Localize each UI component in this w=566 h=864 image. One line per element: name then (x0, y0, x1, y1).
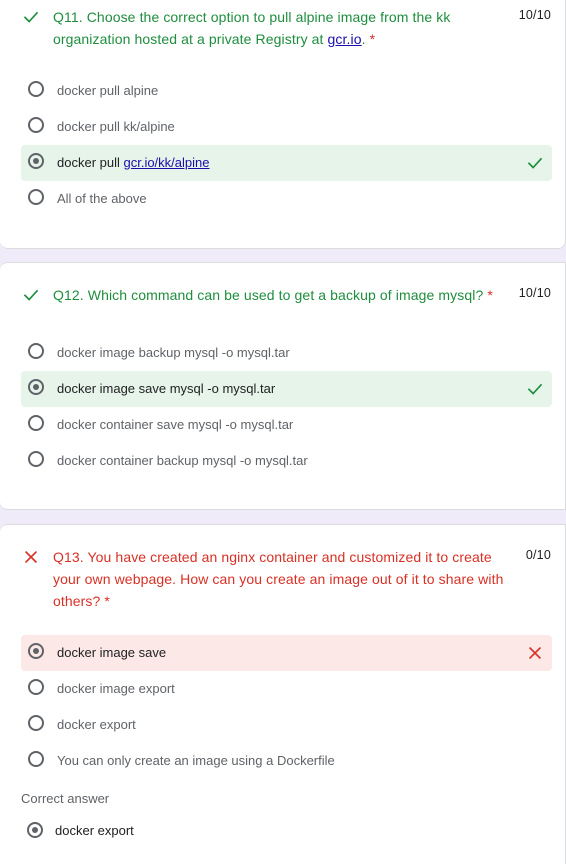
required-mark: * (369, 31, 376, 47)
question-text: Q13. You have created an nginx container… (53, 546, 523, 612)
radio-button[interactable] (28, 715, 44, 731)
option-all-of-the-above[interactable]: All of the above (21, 181, 552, 217)
question-text: Q12. Which command can be used to get a … (53, 284, 513, 306)
question-body: Which command can be used to get a backu… (87, 287, 484, 303)
option-label: docker export (57, 717, 136, 732)
question-body: Choose the correct option to pull alpine… (53, 9, 451, 47)
question-score: 10/10 (518, 286, 551, 300)
option-label: docker container backup mysql -o mysql.t… (57, 453, 308, 468)
question-body: You have created an nginx container and … (53, 549, 504, 609)
option-label: docker pull alpine (57, 83, 159, 98)
radio-button[interactable] (28, 415, 44, 431)
radio-button[interactable] (28, 751, 44, 767)
option-label: docker container save mysql -o mysql.tar (57, 417, 294, 432)
option-label: docker pull kk/alpine (57, 119, 175, 134)
option-docker-image-export[interactable]: docker image export (21, 671, 552, 707)
radio-button[interactable] (28, 81, 44, 97)
required-mark: * (104, 593, 110, 609)
question-number: Q11. (53, 9, 83, 25)
cross-icon (24, 550, 38, 564)
radio-button[interactable] (28, 343, 44, 359)
registry-link[interactable]: gcr.io (328, 31, 362, 47)
option-docker-export[interactable]: docker export (21, 707, 552, 743)
correct-answer-title: Correct answer (21, 791, 110, 806)
question-number: Q12. (53, 287, 84, 303)
option-label: You can only create an image using a Doc… (57, 753, 335, 768)
option-docker-pull-alpine[interactable]: docker pull alpine (21, 73, 552, 109)
radio-button[interactable] (28, 451, 44, 467)
correct-answer-option: docker export (21, 820, 321, 844)
option-container-save[interactable]: docker container save mysql -o mysql.tar (21, 407, 552, 443)
radio-button-selected (27, 822, 43, 838)
check-icon (527, 157, 543, 169)
option-label: docker image save mysql -o mysql.tar (57, 381, 276, 396)
option-image-save[interactable]: docker image save mysql -o mysql.tar (21, 371, 552, 407)
check-icon (23, 289, 39, 301)
option-label: docker image save (57, 645, 167, 660)
radio-button-selected[interactable] (28, 153, 44, 169)
option-docker-pull-kk-alpine[interactable]: docker pull kk/alpine (21, 109, 552, 145)
check-icon (23, 11, 39, 23)
question-number: Q13. (53, 549, 84, 565)
question-text: Q11. Choose the correct option to pull a… (53, 9, 451, 47)
option-docker-image-save[interactable]: docker image save (21, 635, 552, 671)
radio-button[interactable] (28, 117, 44, 133)
option-image-backup[interactable]: docker image backup mysql -o mysql.tar (21, 335, 552, 371)
option-container-backup[interactable]: docker container backup mysql -o mysql.t… (21, 443, 552, 479)
cross-icon (528, 646, 542, 660)
option-label: All of the above (57, 191, 147, 206)
option-docker-pull-gcr[interactable]: docker pull gcr.io/kk/alpine (21, 145, 552, 181)
radio-button[interactable] (28, 189, 44, 205)
option-label: docker image backup mysql -o mysql.tar (57, 345, 290, 360)
correct-answer-label: docker export (55, 823, 134, 838)
required-mark: * (487, 287, 493, 303)
check-icon (527, 383, 543, 395)
option-label: docker pull gcr.io/kk/alpine (57, 155, 210, 170)
question-score: 10/10 (518, 8, 551, 22)
option-label: docker image export (57, 681, 175, 696)
option-link[interactable]: gcr.io/kk/alpine (123, 155, 209, 170)
question-score: 0/10 (525, 548, 551, 562)
option-dockerfile-only[interactable]: You can only create an image using a Doc… (21, 743, 552, 779)
radio-button-selected[interactable] (28, 643, 44, 659)
radio-button-selected[interactable] (28, 379, 44, 395)
radio-button[interactable] (28, 679, 44, 695)
